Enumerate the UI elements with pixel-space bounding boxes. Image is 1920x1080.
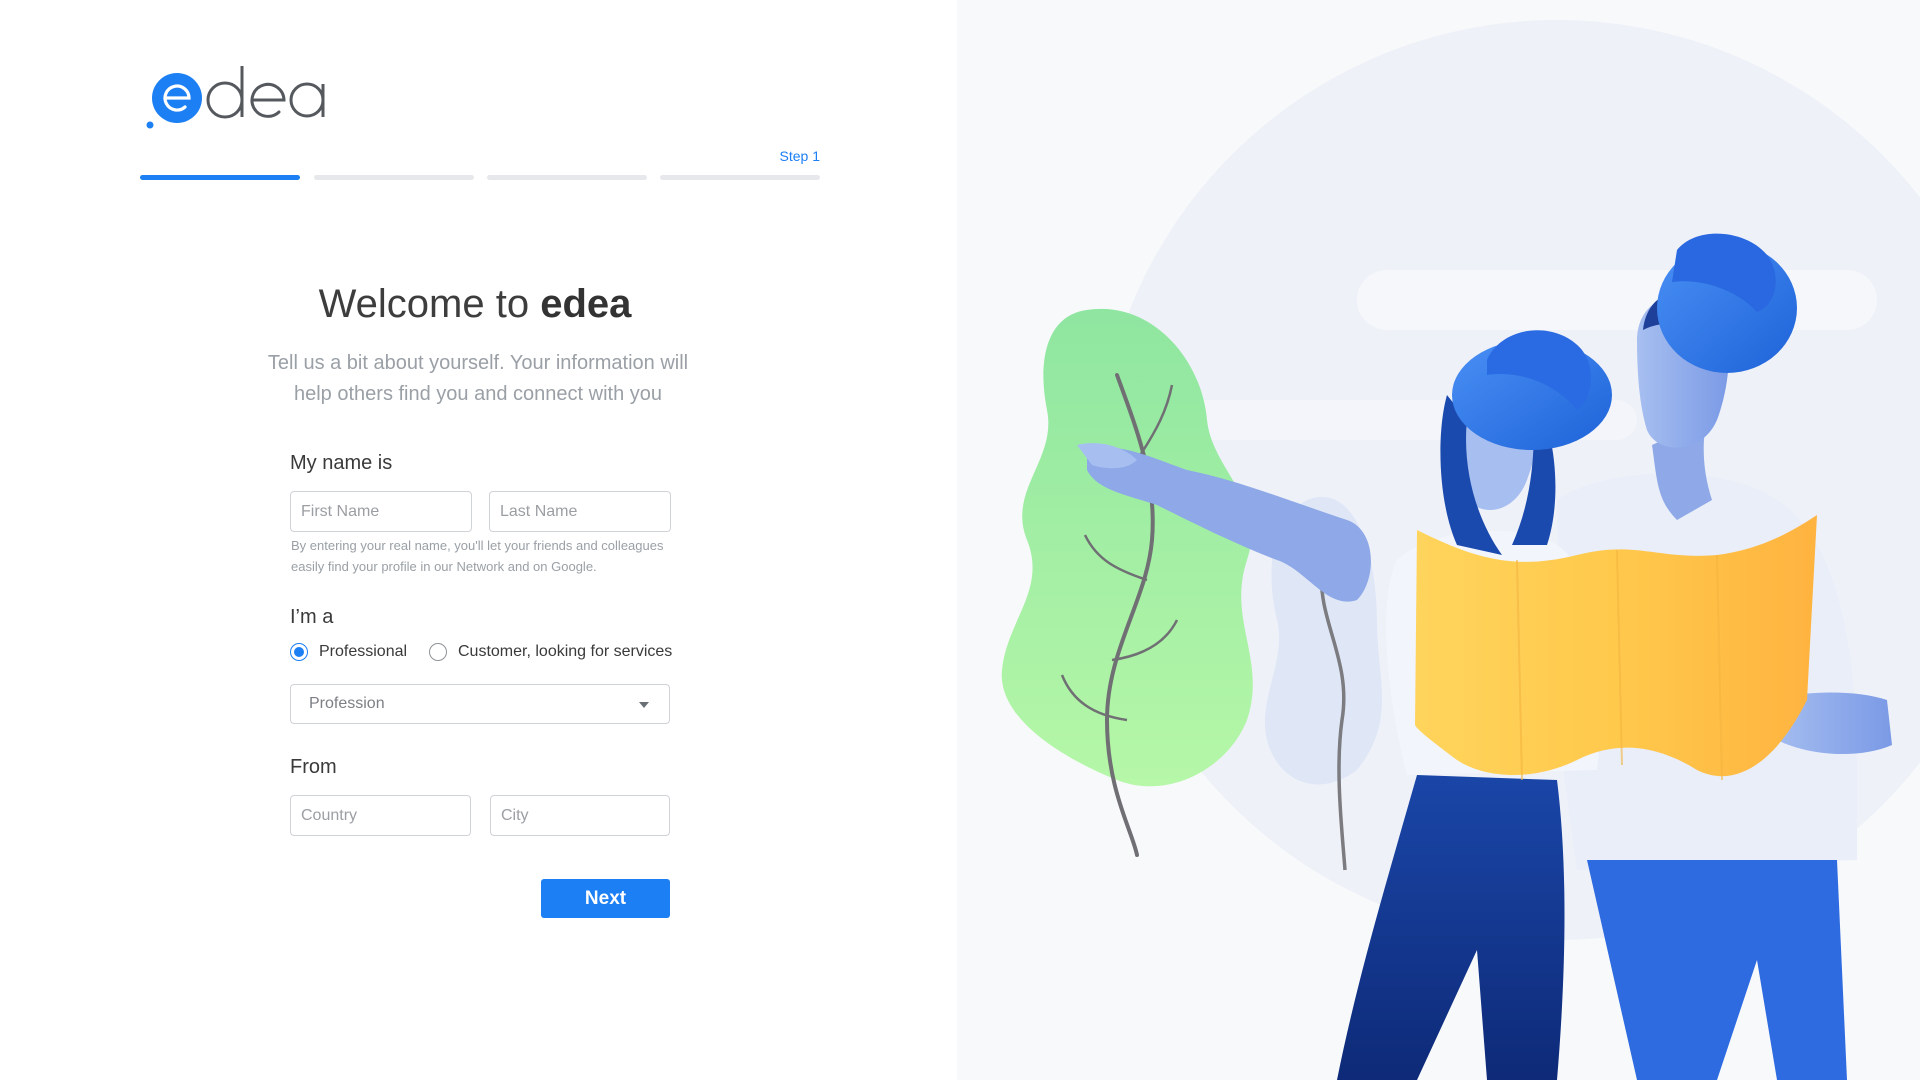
illustration-panel	[957, 0, 1920, 1080]
name-section-label: My name is	[290, 452, 393, 474]
radio-professional-label: Professional	[319, 643, 408, 660]
step-indicator: Step 1	[779, 148, 820, 164]
progress-segment-4	[660, 175, 820, 180]
role-section-label: I’m a	[290, 606, 334, 628]
location-section-label: From	[290, 756, 337, 778]
radio-unchecked-icon	[429, 643, 447, 661]
signup-panel: Step 1 Welcome to edea Tell us a bit abo…	[0, 0, 957, 1080]
progress-segment-2	[314, 175, 474, 180]
page-title: Welcome to edea	[240, 282, 710, 327]
radio-customer-label: Customer, looking for services	[458, 643, 673, 660]
radio-professional[interactable]: Professional	[290, 643, 407, 661]
welcome-brand: edea	[540, 282, 632, 326]
last-name-input[interactable]	[489, 491, 671, 532]
welcome-prefix: Welcome to	[318, 282, 530, 326]
profession-select-value: Profession	[309, 695, 385, 712]
profession-select[interactable]: Profession	[290, 684, 670, 724]
country-input[interactable]	[290, 795, 471, 836]
city-input[interactable]	[490, 795, 670, 836]
radio-checked-icon	[290, 643, 308, 661]
next-button[interactable]: Next	[541, 879, 670, 918]
edea-logo	[146, 66, 325, 129]
travelers-map-illustration	[1001, 20, 1920, 1080]
page-subtitle: Tell us a bit about yourself. Your infor…	[267, 352, 689, 405]
progress-segment-3	[487, 175, 647, 180]
first-name-input[interactable]	[290, 491, 472, 532]
name-hint: By entering your real name, you'll let y…	[291, 538, 664, 574]
progress-segment-1	[140, 175, 300, 180]
chevron-down-icon	[639, 702, 649, 708]
radio-customer[interactable]: Customer, looking for services	[429, 643, 672, 661]
